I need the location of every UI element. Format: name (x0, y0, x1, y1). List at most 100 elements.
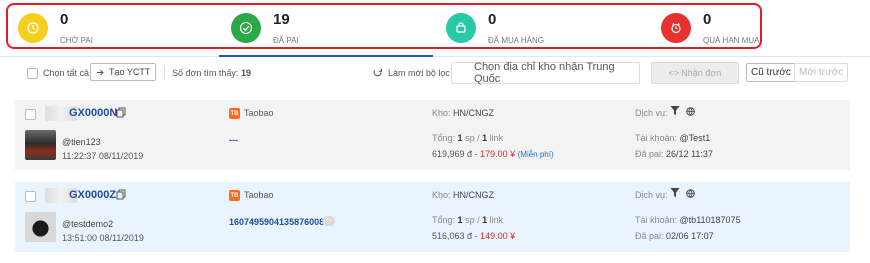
taobao-icon: TB (229, 190, 240, 201)
paid-info: Đã pai: 26/12 11:37 (635, 149, 713, 159)
select-all-label: Chọn tất cả (43, 68, 90, 78)
product-unit: sp / (465, 215, 480, 225)
product-unit: sp / (465, 133, 480, 143)
stat-label: ĐÃ PAI (273, 36, 299, 45)
stat-label: CHỜ PAI (60, 36, 93, 45)
warehouse-label: Kho: (432, 190, 451, 200)
customer-username: @testdemo2 (62, 219, 114, 229)
account-info: Tài khoản: @tb110187075 (635, 215, 741, 225)
refresh-icon[interactable] (372, 67, 383, 78)
bag-icon (446, 13, 476, 43)
tracking-count-badge: 2+ (322, 216, 335, 226)
found-label: Số đơn tìm thấy: (172, 68, 239, 78)
price-vnd: 516,063 đ (432, 231, 473, 241)
account-label: Tài khoản: (635, 215, 678, 225)
arrow-right-icon (97, 69, 104, 75)
select-all-checkbox[interactable] (27, 68, 38, 79)
check-icon (231, 13, 261, 43)
order-card: GX0000Z @testdemo2 13:51:00 08/11/2019 T… (15, 182, 850, 252)
status-summary-tabs: 0 CHỜ PAI 19 ĐÃ PAI 0 ĐÃ MUA HÀNG 0 QUÁ … (6, 3, 762, 49)
orders-toolbar: Chọn tất cả Tạo YCTT Số đơn tìm thấy: 19… (0, 58, 870, 90)
link-count: 1 (482, 215, 488, 225)
product-count: 1 (457, 215, 463, 225)
alarm-icon (661, 13, 691, 43)
account-value: @Test1 (679, 133, 711, 143)
service-label: Dịch vụ: (635, 108, 668, 118)
tab-overdue[interactable]: 0 QUÁ HẠN MUA (661, 11, 760, 45)
order-code[interactable]: GX0000Z (69, 189, 116, 201)
account-value: @tb110187075 (679, 215, 741, 225)
taobao-icon: TB (229, 108, 240, 119)
order-total: Tổng: 1 sp / 1 link (432, 215, 503, 225)
order-card: GX0000N @tien123 11:22:37 08/11/2019 TB … (15, 100, 850, 170)
globe-icon[interactable] (686, 189, 695, 198)
receive-order-button[interactable]: <> Nhận đơn (651, 62, 739, 84)
service-label: Dịch vụ: (635, 190, 668, 200)
create-yctt-label: Tạo YCTT (109, 67, 151, 77)
customer-username: @tien123 (62, 137, 101, 147)
total-label: Tổng: (432, 133, 456, 143)
funnel-icon[interactable] (670, 187, 680, 198)
paid-label: Đã pai: (635, 149, 664, 159)
order-time: 11:22:37 08/11/2019 (62, 151, 144, 161)
product-thumbnail (25, 212, 56, 242)
link-unit: link (489, 133, 504, 143)
receive-icon: <> (668, 68, 680, 78)
tab-paid[interactable]: 19 ĐÃ PAI (231, 11, 391, 45)
free-shipping-note: (Miễn phí) (517, 150, 554, 159)
warehouse-label: Kho: (432, 108, 451, 118)
stat-label: QUÁ HẠN MUA (703, 36, 760, 45)
link-unit: link (489, 215, 504, 225)
product-thumbnail (25, 130, 56, 160)
marketplace-name: Taobao (244, 190, 274, 200)
active-tab-indicator (219, 55, 433, 57)
tab-waiting-pai[interactable]: 0 CHỜ PAI (18, 11, 178, 45)
copy-icon[interactable] (116, 107, 126, 118)
divider (164, 66, 165, 80)
price-cny: - 179.00 ¥ (474, 149, 516, 159)
paid-label: Đã pai: (635, 231, 664, 241)
receive-order-label: Nhận đơn (681, 68, 722, 78)
warehouse-info: Kho: HN/CNGZ (432, 108, 494, 118)
warehouse-info: Kho: HN/CNGZ (432, 190, 494, 200)
link-count: 1 (482, 133, 488, 143)
refresh-filter-button[interactable]: Làm mới bộ lọc (388, 68, 450, 78)
account-label: Tài khoản: (635, 133, 678, 143)
tab-purchased[interactable]: 0 ĐÃ MUA HÀNG (446, 11, 606, 45)
tracking-code: --- (229, 135, 238, 145)
price-vnd: 619,969 đ (432, 149, 473, 159)
clock-icon (18, 13, 48, 43)
stat-count: 0 (703, 11, 712, 28)
stat-count: 0 (488, 11, 497, 28)
account-info: Tài khoản: @Test1 (635, 133, 710, 143)
order-time: 13:51:00 08/11/2019 (62, 233, 144, 243)
order-code[interactable]: GX0000N (69, 107, 117, 119)
globe-icon[interactable] (686, 107, 695, 116)
paid-value: 02/06 17:07 (666, 231, 714, 241)
paid-info: Đã pai: 02/06 17:07 (635, 231, 714, 241)
sort-newest-first-button[interactable]: Mới trước (794, 63, 849, 82)
order-checkbox[interactable] (25, 109, 36, 120)
order-total: Tổng: 1 sp / 1 link (432, 133, 503, 143)
price-cny: - 149.00 ¥ (474, 231, 516, 241)
tab-divider (0, 56, 870, 57)
create-yctt-button[interactable]: Tạo YCTT (90, 63, 157, 81)
sort-oldest-first-button[interactable]: Cũ trước (746, 63, 796, 82)
warehouse-value: HN/CNGZ (453, 108, 495, 118)
stat-count: 19 (273, 11, 290, 28)
found-count: 19 (240, 68, 251, 78)
warehouse-value: HN/CNGZ (453, 190, 495, 200)
order-price: 516,063 đ - 149.00 ¥ (432, 231, 515, 241)
copy-icon[interactable] (116, 189, 126, 200)
order-checkbox[interactable] (25, 191, 36, 202)
stat-label: ĐÃ MUA HÀNG (488, 36, 545, 45)
found-count-text: Số đơn tìm thấy: 19 (172, 68, 251, 78)
marketplace-name: Taobao (244, 108, 274, 118)
warehouse-select[interactable]: Chọn địa chỉ kho nhận Trung Quốc (451, 61, 640, 85)
total-label: Tổng: (432, 215, 456, 225)
stat-count: 0 (60, 11, 69, 28)
order-price: 619,969 đ - 179.00 ¥ (Miễn phí) (432, 149, 554, 159)
tracking-code[interactable]: 1607495904135876008 (229, 217, 324, 227)
product-count: 1 (457, 133, 463, 143)
funnel-icon[interactable] (670, 105, 680, 116)
